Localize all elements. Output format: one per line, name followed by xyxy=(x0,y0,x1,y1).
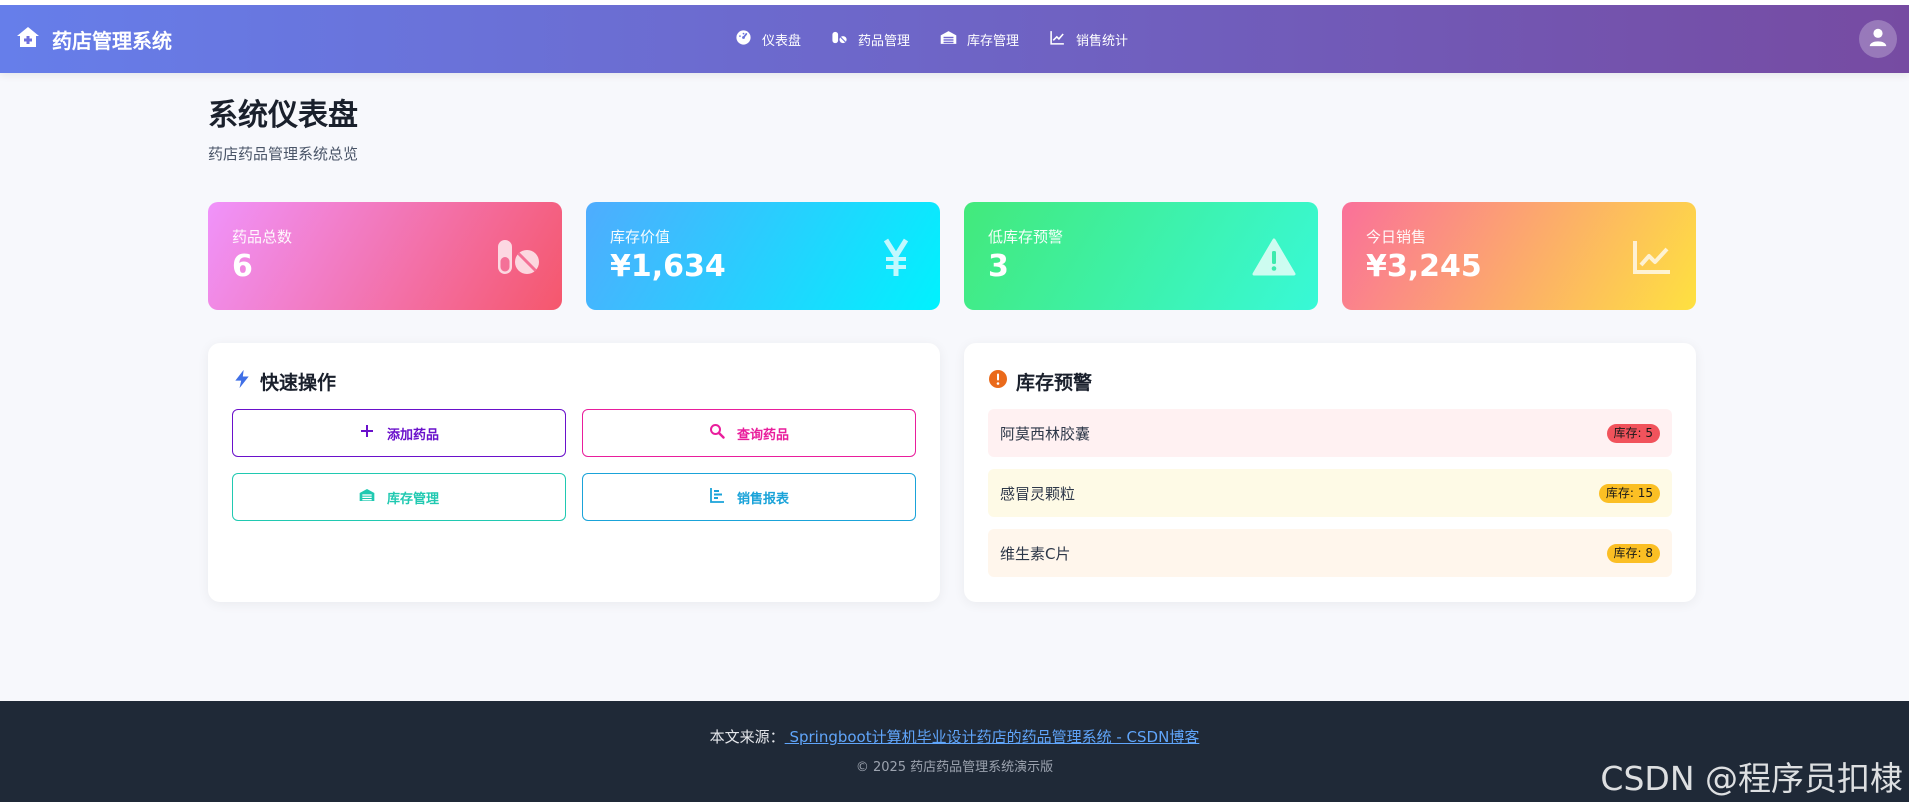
nav-links: 仪表盘 药品管理 库存管理 销售统计 xyxy=(735,5,1128,73)
list-item[interactable]: 阿莫西林胶囊 库存: 5 xyxy=(988,409,1672,457)
page-title: 系统仪表盘 xyxy=(208,98,358,133)
search-medicine-label: 查询药品 xyxy=(736,427,789,443)
stat-card-medicine-count: 药品总数 6 xyxy=(208,202,562,310)
nav-inventory-label: 库存管理 xyxy=(967,33,1020,49)
stock-alerts-title-text: 库存预警 xyxy=(1016,371,1093,394)
footer-source: 本文来源： Springboot计算机毕业设计药店的药品管理系统 - CSDN博… xyxy=(0,726,1909,747)
user-icon xyxy=(1867,26,1889,52)
clinic-home-icon xyxy=(16,25,40,54)
user-avatar[interactable] xyxy=(1859,20,1897,58)
chart-line-icon xyxy=(1049,29,1066,50)
warehouse-icon xyxy=(940,29,957,50)
watermark: CSDN @程序员扣棣 xyxy=(1600,759,1903,798)
nav-sales-label: 销售统计 xyxy=(1076,33,1129,49)
plus-icon xyxy=(359,423,375,443)
brand-title: 药店管理系统 xyxy=(52,28,172,53)
yen-icon xyxy=(874,238,918,278)
stock-badge: 库存: 8 xyxy=(1606,543,1660,563)
nav-dashboard[interactable]: 仪表盘 xyxy=(735,29,801,50)
stat-card-low-stock: 低库存预警 3 xyxy=(964,202,1318,310)
nav-sales[interactable]: 销售统计 xyxy=(1049,29,1128,50)
stat-card-today-sales: 今日销售 ¥3,245 xyxy=(1342,202,1696,310)
stat-value: ¥3,245 xyxy=(1366,249,1482,284)
quick-actions-title: 快速操作 xyxy=(232,367,916,395)
stat-value: ¥1,634 xyxy=(610,249,726,284)
quick-actions-grid: 添加药品 查询药品 库存管理 销售报表 xyxy=(232,409,916,523)
app-frame: 药店管理系统 仪表盘 药品管理 库存管理 销售统计 系统仪表盘 药店药品管理系统… xyxy=(0,5,1909,802)
alert-medicine-name: 阿莫西林胶囊 xyxy=(1000,424,1091,443)
stat-label: 今日销售 xyxy=(1366,228,1427,246)
stock-alerts-panel: 库存预警 阿莫西林胶囊 库存: 5 感冒灵颗粒 库存: 15 维生素C片 库存:… xyxy=(964,343,1696,602)
exclamation-circle-icon xyxy=(988,369,1008,394)
main-content: 系统仪表盘 药店药品管理系统总览 药品总数 6 库存价值 ¥1,634 低库存预… xyxy=(208,98,1696,602)
tachometer-icon xyxy=(735,29,752,50)
alert-medicine-name: 维生素C片 xyxy=(1000,544,1071,563)
stat-label: 库存价值 xyxy=(610,228,671,246)
bar-chart-icon xyxy=(709,487,725,507)
stat-cards: 药品总数 6 库存价值 ¥1,634 低库存预警 3 今日销售 ¥3,245 xyxy=(208,202,1696,310)
stat-card-inventory-value: 库存价值 ¥1,634 xyxy=(586,202,940,310)
warning-icon xyxy=(1252,238,1296,278)
sales-report-button[interactable]: 销售报表 xyxy=(582,473,916,521)
stat-label: 低库存预警 xyxy=(988,228,1064,246)
chart-line-icon xyxy=(1630,238,1674,278)
warehouse-icon xyxy=(359,487,375,507)
bolt-icon xyxy=(232,369,252,394)
stock-badge: 库存: 15 xyxy=(1598,483,1660,503)
stock-badge: 库存: 5 xyxy=(1606,423,1660,443)
top-navbar: 药店管理系统 仪表盘 药品管理 库存管理 销售统计 xyxy=(0,5,1909,73)
stat-label: 药品总数 xyxy=(232,228,293,246)
inventory-label: 库存管理 xyxy=(386,491,439,507)
stat-value: 6 xyxy=(232,249,253,284)
list-item[interactable]: 感冒灵颗粒 库存: 15 xyxy=(988,469,1672,517)
add-medicine-button[interactable]: 添加药品 xyxy=(232,409,566,457)
list-item[interactable]: 维生素C片 库存: 8 xyxy=(988,529,1672,577)
inventory-button[interactable]: 库存管理 xyxy=(232,473,566,521)
pills-icon xyxy=(831,29,848,50)
nav-medicine-label: 药品管理 xyxy=(858,33,911,49)
stat-value: 3 xyxy=(988,249,1009,284)
nav-inventory[interactable]: 库存管理 xyxy=(940,29,1019,50)
alert-medicine-name: 感冒灵颗粒 xyxy=(1000,484,1076,503)
sales-report-label: 销售报表 xyxy=(736,491,789,507)
nav-medicine[interactable]: 药品管理 xyxy=(831,29,910,50)
brand[interactable]: 药店管理系统 xyxy=(16,5,172,73)
search-icon xyxy=(709,423,725,443)
quick-actions-title-text: 快速操作 xyxy=(260,371,337,394)
add-medicine-label: 添加药品 xyxy=(386,427,439,443)
quick-actions-panel: 快速操作 添加药品 查询药品 库存管理 销售报表 xyxy=(208,343,940,602)
pills-icon xyxy=(496,238,540,278)
page-subtitle: 药店药品管理系统总览 xyxy=(208,145,359,163)
footer-source-prefix: 本文来源： xyxy=(709,728,785,746)
search-medicine-button[interactable]: 查询药品 xyxy=(582,409,916,457)
nav-dashboard-label: 仪表盘 xyxy=(762,33,802,49)
stock-alerts-title: 库存预警 xyxy=(988,367,1672,395)
footer-source-link[interactable]: Springboot计算机毕业设计药店的药品管理系统 - CSDN博客 xyxy=(785,728,1199,746)
